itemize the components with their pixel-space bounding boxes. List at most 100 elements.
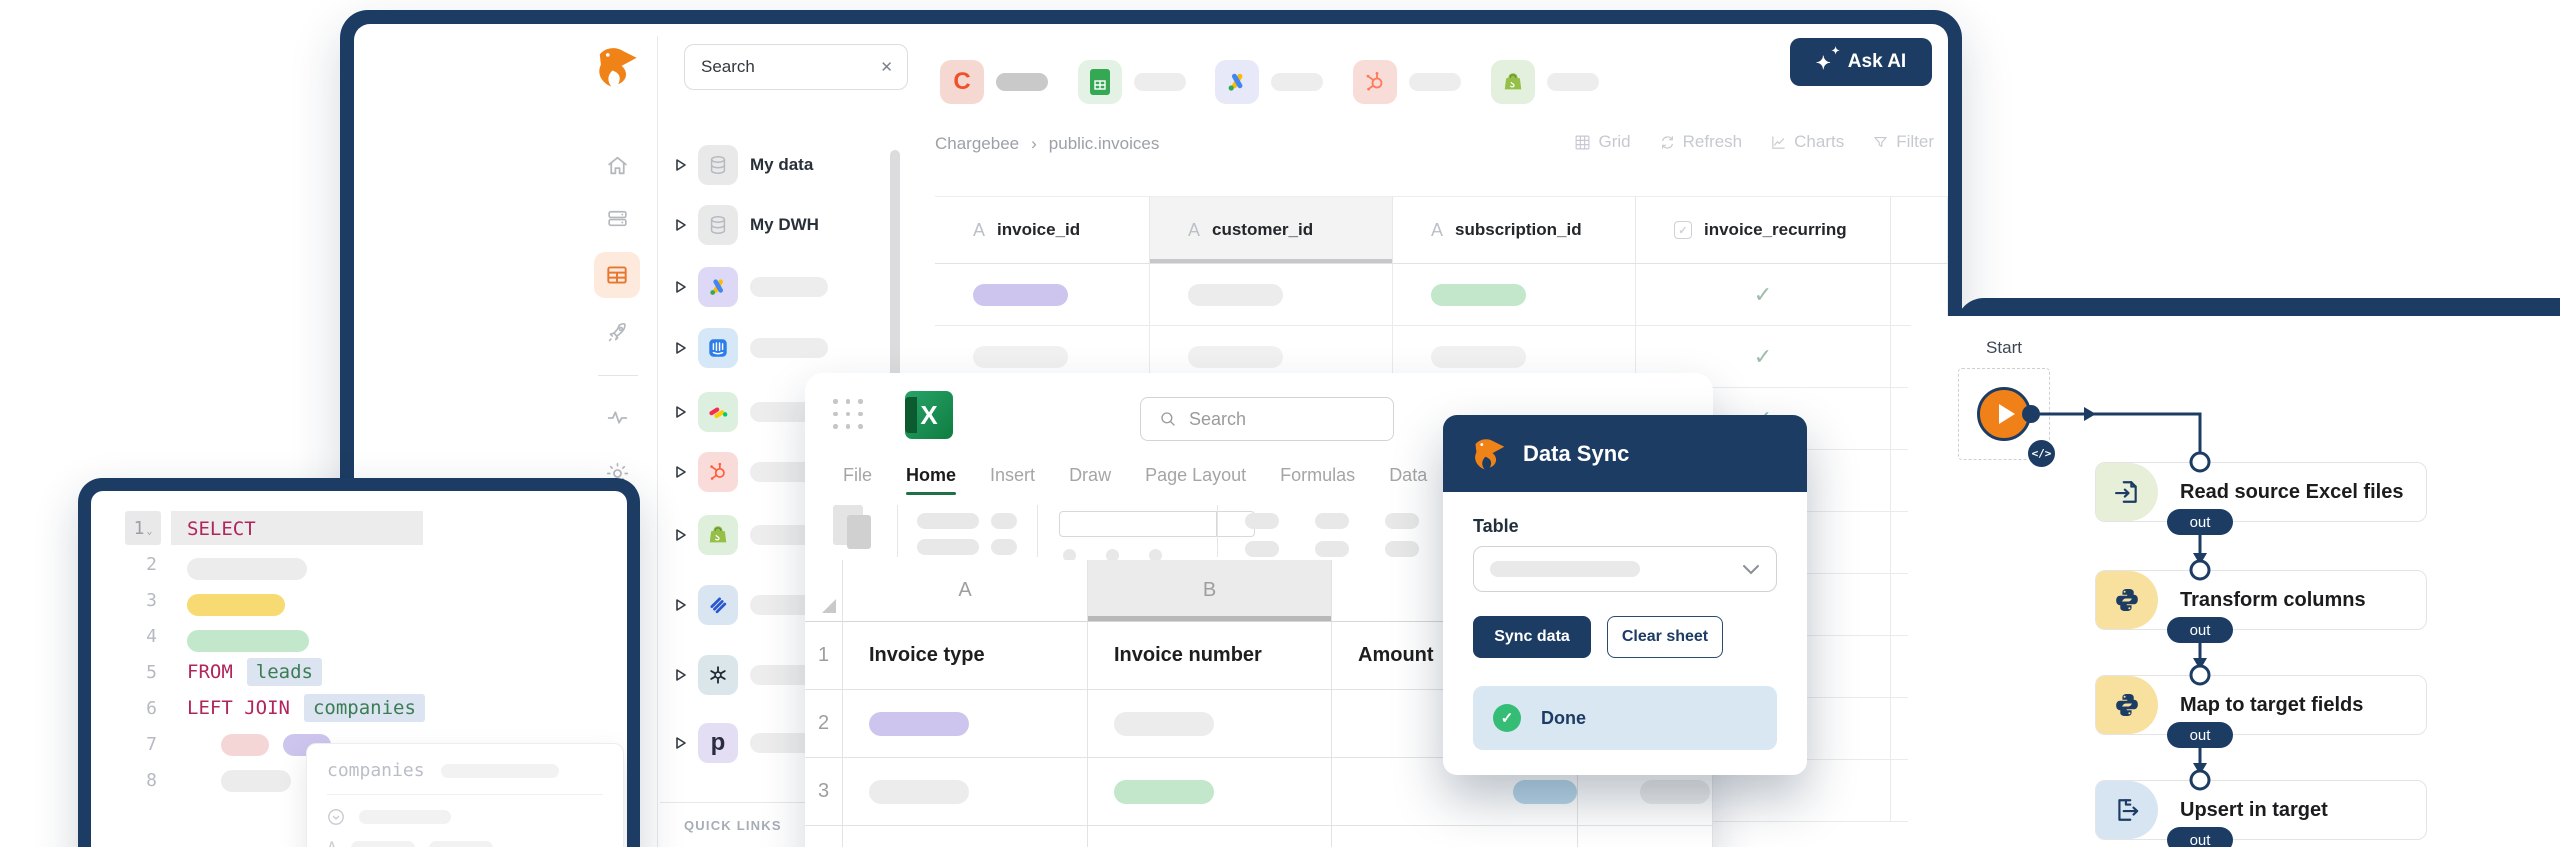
sidebar-item-google-ads[interactable]: [676, 267, 916, 307]
tab-chargebee[interactable]: C: [940, 60, 1048, 104]
table-cell[interactable]: [935, 264, 1150, 326]
chevron-right-icon[interactable]: [676, 599, 686, 611]
charts-button[interactable]: Charts: [1770, 132, 1844, 152]
line-number-fold[interactable]: 1 ⌄: [125, 511, 161, 545]
filter-button[interactable]: Filter: [1872, 132, 1934, 152]
tab-formulas[interactable]: Formulas: [1280, 465, 1355, 495]
table-select[interactable]: [1473, 546, 1777, 592]
sync-data-button[interactable]: Sync data: [1473, 616, 1591, 658]
tab-hubspot[interactable]: [1353, 60, 1461, 104]
tab-draw[interactable]: Draw: [1069, 465, 1111, 495]
sheet-cell-b2[interactable]: [1088, 690, 1332, 758]
table-cell[interactable]: ✓: [1636, 264, 1891, 326]
paste-doc-icon: [847, 515, 871, 549]
chevron-down-icon: [1743, 564, 1759, 574]
tab-shopify[interactable]: [1491, 60, 1599, 104]
pelican-logo-icon: [594, 44, 640, 90]
column-header-a[interactable]: A: [843, 560, 1088, 622]
autocomplete-placeholder: [359, 810, 451, 824]
sheet-cell-a4[interactable]: [843, 826, 1088, 847]
ribbon-control[interactable]: [991, 513, 1017, 529]
tab-file[interactable]: File: [843, 465, 872, 495]
output-port-badge[interactable]: out: [2167, 617, 2233, 643]
ask-ai-button[interactable]: ✦ ✦ Ask AI: [1790, 38, 1932, 86]
code-placeholder-pill: [187, 558, 307, 580]
tab-google-ads[interactable]: [1215, 60, 1323, 104]
output-port-badge[interactable]: out: [2167, 509, 2233, 535]
servers-icon[interactable]: [594, 195, 640, 241]
activity-icon[interactable]: [594, 394, 640, 440]
grid-view-button[interactable]: Grid: [1574, 132, 1631, 152]
column-header-subscription-id[interactable]: A subscription_id: [1393, 196, 1636, 264]
refresh-button[interactable]: Refresh: [1659, 132, 1742, 152]
chevron-right-icon[interactable]: [676, 342, 686, 354]
ribbon-control[interactable]: [991, 539, 1017, 555]
sidebar-item-intercom[interactable]: [676, 328, 916, 368]
column-header-customer-id[interactable]: A customer_id: [1150, 196, 1393, 264]
row-header-1[interactable]: 1: [805, 622, 843, 690]
node-read-source[interactable]: Read source Excel files: [2095, 462, 2427, 522]
sheet-cell-a1[interactable]: Invoice type: [843, 622, 1088, 690]
tables-icon[interactable]: [594, 252, 640, 298]
chevron-right-icon[interactable]: [676, 669, 686, 681]
excel-search-input[interactable]: Search: [1140, 397, 1394, 441]
node-map-fields[interactable]: Map to target fields: [2095, 675, 2427, 735]
line-number: 3: [146, 590, 157, 611]
refresh-icon: [1661, 135, 1673, 149]
autocomplete-title[interactable]: companies: [327, 760, 425, 781]
start-output-port[interactable]: [2022, 405, 2040, 423]
intercom-icon: [698, 328, 738, 368]
tab-home[interactable]: Home: [906, 465, 957, 495]
row-header-2[interactable]: 2: [805, 690, 843, 758]
tab-data[interactable]: Data: [1389, 465, 1427, 495]
breadcrumb-root[interactable]: Chargebee: [935, 134, 1019, 154]
rocket-icon[interactable]: [594, 309, 640, 355]
tab-google-sheets[interactable]: [1078, 60, 1186, 104]
search-placeholder: Search: [701, 57, 755, 76]
home-icon[interactable]: [594, 142, 640, 188]
row-header-4[interactable]: [805, 826, 843, 847]
chevron-right-icon[interactable]: [676, 219, 686, 231]
sheet-cell-c4[interactable]: [1332, 826, 1578, 847]
table-cell[interactable]: [1393, 264, 1636, 326]
ribbon-control[interactable]: [917, 539, 979, 555]
grid-toolbar: Grid Refresh Charts Filter: [1574, 132, 1934, 152]
node-transform-columns[interactable]: Transform columns: [2095, 570, 2427, 630]
autocomplete-item[interactable]: [327, 808, 603, 826]
app-launcher-icon[interactable]: [833, 399, 863, 429]
close-icon[interactable]: ✕: [880, 58, 893, 76]
sheet-cell-b4[interactable]: [1088, 826, 1332, 847]
column-header-invoice-recurring[interactable]: ✓ invoice_recurring: [1636, 196, 1891, 264]
chevron-right-icon[interactable]: [676, 406, 686, 418]
google-sheets-icon: [1078, 60, 1122, 104]
column-header-b[interactable]: B: [1088, 560, 1332, 622]
font-name-box[interactable]: [1059, 511, 1255, 537]
sidebar-item-my-data[interactable]: My data: [676, 145, 916, 185]
sheet-cell-d4[interactable]: [1578, 826, 1713, 847]
sidebar-item-my-dwh[interactable]: My DWH: [676, 205, 916, 245]
node-label: Read source Excel files: [2180, 480, 2404, 503]
sheet-cell-a3[interactable]: [843, 758, 1088, 826]
node-upsert-target[interactable]: Upsert in target: [2095, 780, 2427, 840]
column-header-invoice-id[interactable]: A invoice_id: [935, 196, 1150, 264]
table-cell[interactable]: [1150, 264, 1393, 326]
chevron-right-icon[interactable]: [676, 737, 686, 749]
row-header-3[interactable]: 3: [805, 758, 843, 826]
sheet-cell-b1[interactable]: Invoice number: [1088, 622, 1332, 690]
search-input[interactable]: Search ✕: [684, 44, 908, 90]
code-badge-icon[interactable]: </>: [2026, 438, 2057, 469]
tab-page-layout[interactable]: Page Layout: [1145, 465, 1246, 495]
sheet-cell-a2[interactable]: [843, 690, 1088, 758]
chevron-right-icon[interactable]: [676, 281, 686, 293]
select-all-corner[interactable]: [805, 560, 843, 622]
sheet-cell-b3[interactable]: [1088, 758, 1332, 826]
tab-insert[interactable]: Insert: [990, 465, 1035, 495]
chevron-right-icon[interactable]: [676, 529, 686, 541]
chevron-right-icon[interactable]: [676, 466, 686, 478]
output-port-badge[interactable]: out: [2167, 827, 2233, 847]
chevron-right-icon[interactable]: [676, 159, 686, 171]
autocomplete-item[interactable]: A: [327, 838, 603, 847]
output-port-badge[interactable]: out: [2167, 722, 2233, 748]
ribbon-control[interactable]: [917, 513, 979, 529]
clear-sheet-button[interactable]: Clear sheet: [1607, 616, 1723, 658]
